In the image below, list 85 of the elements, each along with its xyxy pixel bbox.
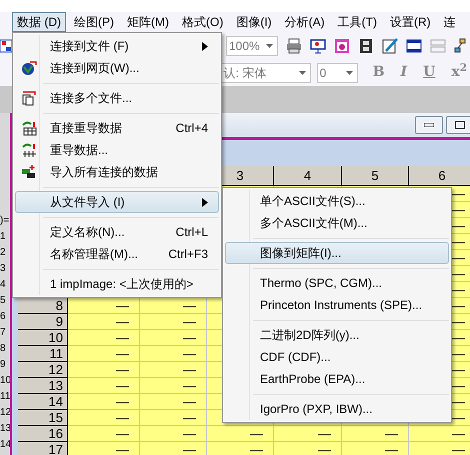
- menu-bar-item[interactable]: 格式(O): [177, 12, 228, 32]
- table-cell: —: [140, 298, 207, 314]
- menu-bar-item[interactable]: 矩阵(M): [122, 12, 174, 32]
- shortcut-label: Ctrl+F3: [168, 246, 208, 263]
- column-header[interactable]: 4: [274, 166, 342, 185]
- menu-item[interactable]: 图像到矩阵(I)...: [225, 242, 449, 264]
- menu-item[interactable]: Thermo (SPC, CGM)...: [225, 272, 449, 294]
- table-cell: —: [140, 394, 207, 410]
- table-cell: —: [140, 378, 207, 394]
- menu-bar-item[interactable]: 设置(R): [384, 12, 436, 32]
- combo-box[interactable]: 0: [316, 62, 358, 82]
- table-cell: —: [68, 298, 140, 314]
- menu-bar-item[interactable]: 图像(I): [231, 12, 277, 32]
- menu-bar-item[interactable]: 连: [438, 12, 461, 32]
- row-number: 5: [0, 294, 7, 308]
- row-number: 1: [0, 230, 7, 244]
- row-number: 11: [0, 390, 10, 404]
- combo-box[interactable]: 100%: [226, 36, 278, 56]
- row-header[interactable]: 10: [18, 330, 68, 346]
- menu-bar-item[interactable]: 分析(A): [280, 12, 330, 32]
- menu-item[interactable]: 重导数据...: [15, 139, 219, 161]
- shortcut-label: Ctrl+L: [176, 224, 208, 241]
- menu-item[interactable]: 名称管理器(M)... Ctrl+F3: [15, 243, 219, 265]
- row-number: 3: [0, 262, 7, 276]
- column-header[interactable]: 5: [342, 166, 409, 185]
- row-header[interactable]: 11: [18, 346, 68, 362]
- table-cell: —: [68, 394, 140, 410]
- row-number: 7: [0, 326, 7, 340]
- table-cell: —: [207, 442, 274, 455]
- table-cell: —: [140, 442, 207, 455]
- row-header[interactable]: 16: [18, 426, 68, 442]
- menu-bar-item[interactable]: 绘图(P): [69, 12, 119, 32]
- menu-item[interactable]: 连接多个文件...: [15, 87, 219, 109]
- row-number: 14: [0, 438, 10, 452]
- table-cell: —: [140, 346, 207, 362]
- row-header[interactable]: 14: [18, 394, 68, 410]
- row-number: )=: [0, 214, 10, 228]
- menu-item[interactable]: 从文件导入 (I): [15, 191, 219, 213]
- menu-item[interactable]: EarthProbe (EPA)...: [225, 368, 449, 390]
- table-cell: —: [207, 426, 274, 442]
- table-cell: —: [140, 410, 207, 426]
- row-number: 9: [0, 358, 7, 372]
- row-number: 4: [0, 278, 7, 292]
- menu-item[interactable]: 1 impImage: <上次使用的>: [15, 273, 219, 295]
- column-header[interactable]: 6: [409, 166, 470, 185]
- menu-item[interactable]: 直接重导数据 Ctrl+4: [15, 117, 219, 139]
- menu-item[interactable]: CDF (CDF)...: [225, 346, 449, 368]
- menu-item[interactable]: 连接到文件 (F): [15, 35, 219, 57]
- table-cell: —: [68, 330, 140, 346]
- menu-bar-item[interactable]: 数据 (D): [12, 12, 66, 32]
- row-header[interactable]: 13: [18, 378, 68, 394]
- menu-item[interactable]: 二进制2D阵列(y)...: [225, 324, 449, 346]
- table-cell: —: [409, 426, 470, 442]
- row-number: 8: [0, 342, 7, 356]
- row-header[interactable]: 12: [18, 362, 68, 378]
- menu-bar-item[interactable]: 工具(T): [332, 12, 382, 32]
- table-cell: —: [68, 426, 140, 442]
- row-header[interactable]: 17: [18, 442, 68, 455]
- table-cell: —: [140, 426, 207, 442]
- menu-item[interactable]: 定义名称(N)... Ctrl+L: [15, 221, 219, 243]
- table-cell: —: [140, 314, 207, 330]
- menu-item[interactable]: 连接到网页(W)...: [15, 57, 219, 79]
- menu-item[interactable]: 多个ASCII文件(M)...: [225, 212, 449, 234]
- row-number: 6: [0, 310, 7, 324]
- table-cell: —: [342, 442, 409, 455]
- table-cell: —: [68, 378, 140, 394]
- table-cell: —: [342, 426, 409, 442]
- table-cell: —: [68, 442, 140, 455]
- row-header[interactable]: 15: [18, 410, 68, 426]
- table-cell: —: [68, 410, 140, 426]
- table-cell: —: [68, 362, 140, 378]
- combo-box[interactable]: 认: 宋体: [220, 62, 311, 82]
- table-cell: —: [140, 330, 207, 346]
- row-header[interactable]: 9: [18, 314, 68, 330]
- row-number: 2: [0, 246, 7, 260]
- table-cell: —: [274, 426, 342, 442]
- row-number: 12: [0, 406, 10, 420]
- shortcut-label: Ctrl+4: [176, 120, 208, 137]
- table-cell: —: [140, 362, 207, 378]
- row-header[interactable]: 8: [18, 298, 68, 314]
- table-cell: —: [68, 314, 140, 330]
- menu-item[interactable]: Princeton Instruments (SPE)...: [225, 294, 449, 316]
- table-cell: —: [68, 346, 140, 362]
- table-cell: —: [409, 442, 470, 455]
- table-cell: —: [274, 442, 342, 455]
